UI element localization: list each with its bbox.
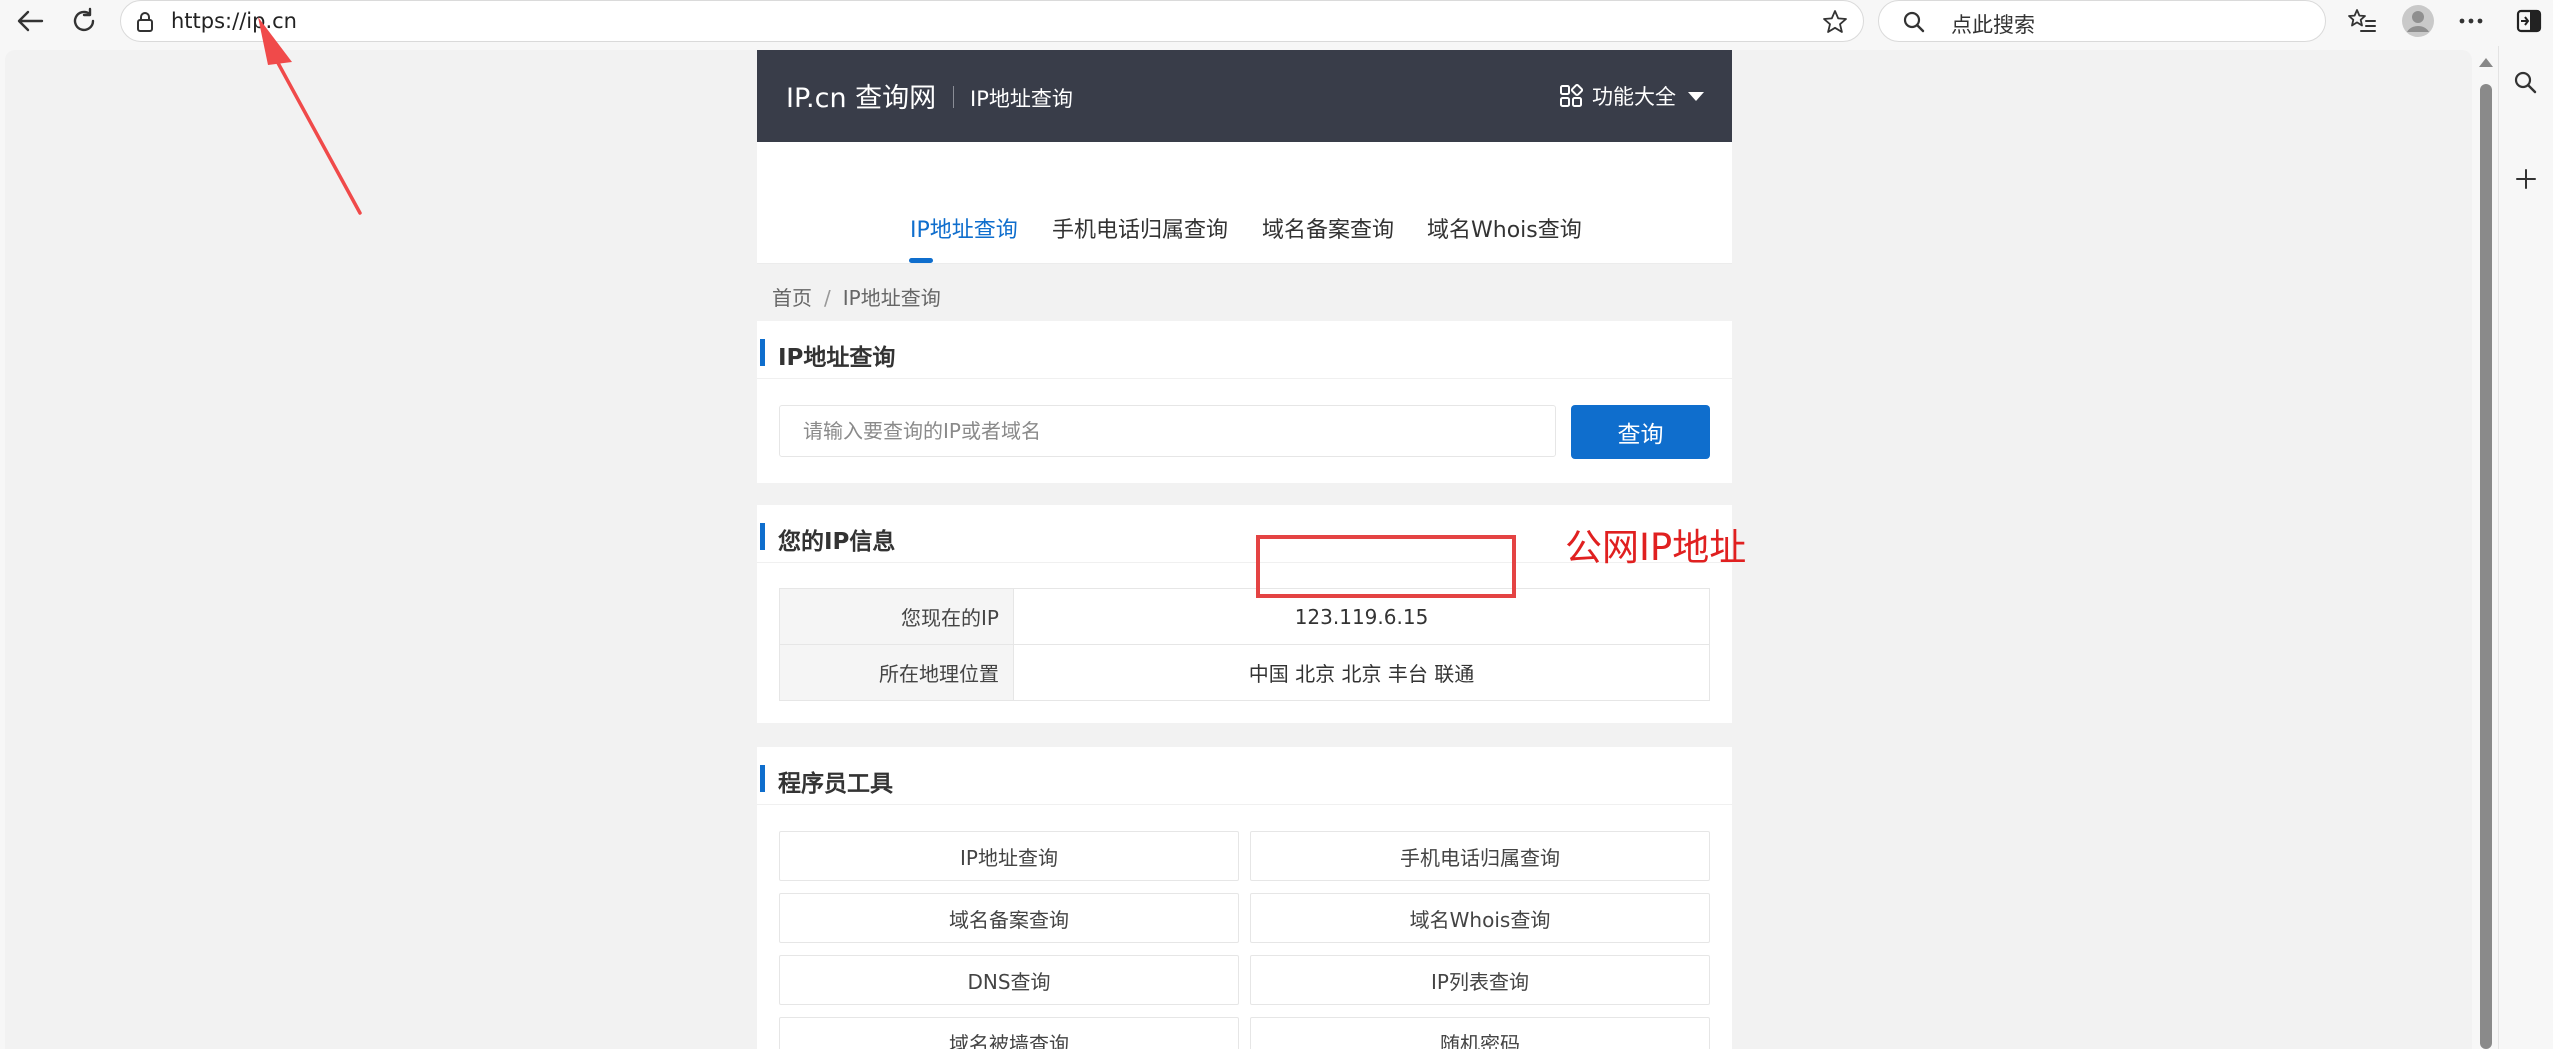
ip-query-input[interactable]: [779, 405, 1556, 457]
programmer-tools-panel: 程序员工具 IP地址查询 手机电话归属查询 域名备案查询 域名Whois查询 D…: [757, 747, 1732, 1049]
location-value: 中国 北京 北京 丰台 联通: [1013, 644, 1710, 701]
ip-query-panel: IP地址查询 查询: [757, 321, 1732, 483]
profile-avatar-icon[interactable]: [2400, 3, 2436, 39]
sidebar-search-icon[interactable]: [2511, 68, 2541, 98]
table-row: 所在地理位置 中国 北京 北京 丰台 联通: [779, 644, 1710, 701]
breadcrumb-home[interactable]: 首页: [772, 286, 812, 310]
more-options-icon[interactable]: [2455, 8, 2487, 34]
tool-whois-lookup[interactable]: 域名Whois查询: [1250, 893, 1710, 943]
breadcrumb-current: IP地址查询: [842, 286, 941, 310]
annotation-arrow-icon: [258, 17, 362, 215]
nav-tab-icp-lookup[interactable]: 域名备案查询: [1262, 212, 1394, 244]
header-divider: [953, 86, 954, 108]
favorite-star-icon[interactable]: [1821, 8, 1849, 36]
nav-tab-phone-lookup[interactable]: 手机电话归属查询: [1052, 212, 1228, 244]
nav-tab-ip-lookup[interactable]: IP地址查询: [910, 212, 1018, 244]
annotation-highlight-box: [1256, 535, 1516, 598]
annotation-label: 公网IP地址: [1565, 526, 1747, 569]
panel-title: IP地址查询: [778, 345, 896, 371]
tool-ip-list-lookup[interactable]: IP列表查询: [1250, 955, 1710, 1005]
tool-ip-lookup[interactable]: IP地址查询: [779, 831, 1239, 881]
breadcrumb: 首页 / IP地址查询: [772, 282, 941, 311]
nav-tab-whois-lookup[interactable]: 域名Whois查询: [1427, 212, 1582, 244]
panel-title: 程序员工具: [778, 771, 893, 797]
current-ip-label: 您现在的IP: [779, 588, 1014, 645]
tool-icp-lookup[interactable]: 域名备案查询: [779, 893, 1239, 943]
panel-title-bar: [760, 765, 765, 792]
apps-grid-icon: [1560, 84, 1583, 107]
table-row: 您现在的IP 123.119.6.15: [779, 588, 1710, 645]
caret-down-icon: [1688, 91, 1704, 101]
site-header: IP.cn 查询网 IP地址查询 功能大全: [757, 50, 1732, 142]
location-label: 所在地理位置: [779, 644, 1014, 701]
favorites-list-icon[interactable]: [2346, 5, 2378, 37]
browser-search-box[interactable]: 点此搜索: [1878, 0, 2326, 42]
tool-domain-blocked-check[interactable]: 域名被墙查询: [779, 1017, 1239, 1049]
features-menu-label: 功能大全: [1592, 85, 1676, 109]
breadcrumb-separator: /: [824, 286, 831, 310]
panel-title: 您的IP信息: [778, 529, 896, 555]
site-nav: IP地址查询 手机电话归属查询 域名备案查询 域名Whois查询: [757, 142, 1732, 264]
search-icon: [1901, 9, 1927, 35]
features-menu[interactable]: 功能大全: [1559, 81, 1704, 111]
tool-dns-lookup[interactable]: DNS查询: [779, 955, 1239, 1005]
sidebar-toggle-icon[interactable]: [2514, 6, 2544, 36]
sidebar-add-icon[interactable]: [2511, 164, 2541, 194]
ip-info-table: 您现在的IP 123.119.6.15 所在地理位置 中国 北京 北京 丰台 联…: [779, 588, 1710, 701]
nav-active-indicator: [909, 258, 933, 263]
scrollbar-thumb[interactable]: [2480, 84, 2492, 1049]
panel-header: 程序员工具: [757, 747, 1732, 805]
panel-header: IP地址查询: [757, 321, 1732, 379]
browser-sidebar: [2498, 46, 2553, 1049]
search-placeholder: 点此搜索: [1951, 13, 2035, 37]
tool-phone-lookup[interactable]: 手机电话归属查询: [1250, 831, 1710, 881]
scroll-up-arrow-icon[interactable]: [2479, 58, 2493, 67]
header-subtitle: IP地址查询: [970, 87, 1073, 111]
site-logo[interactable]: IP.cn 查询网: [786, 76, 936, 115]
panel-title-bar: [760, 339, 765, 366]
tool-random-password[interactable]: 随机密码: [1250, 1017, 1710, 1049]
panel-title-bar: [760, 523, 765, 550]
query-button[interactable]: 查询: [1571, 405, 1710, 459]
